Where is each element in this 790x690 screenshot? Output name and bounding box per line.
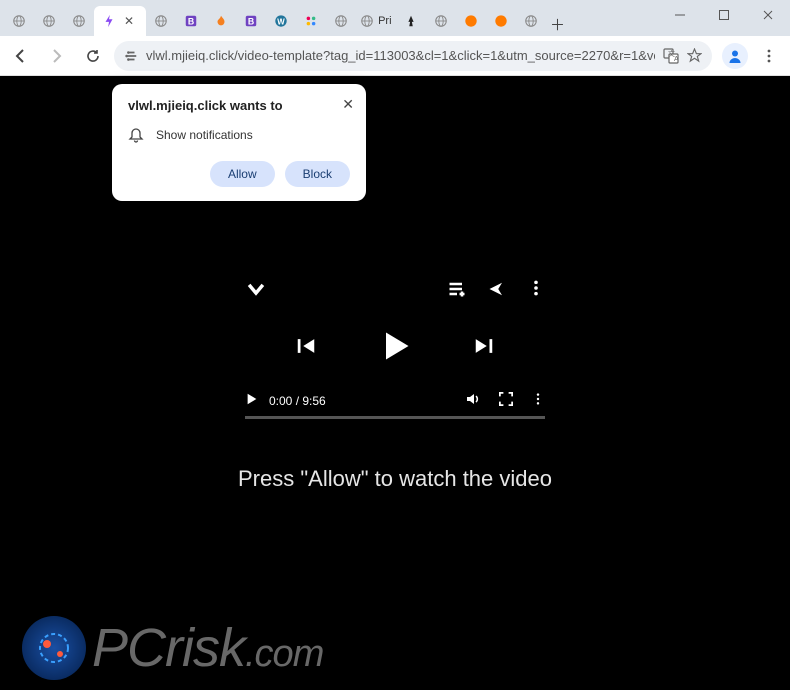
kebab-icon — [761, 48, 777, 64]
tab-6[interactable] — [206, 6, 236, 36]
cta-text: Press "Allow" to watch the video — [0, 466, 790, 492]
toolbar-actions — [718, 41, 784, 71]
svg-text:B: B — [248, 17, 254, 27]
tab-4[interactable] — [146, 6, 176, 36]
svg-text:A: A — [674, 56, 679, 63]
logo-icon — [30, 624, 78, 672]
close-icon — [762, 9, 774, 21]
window-controls — [658, 0, 790, 30]
previous-track-icon[interactable] — [295, 335, 317, 362]
globe-icon — [72, 14, 86, 28]
tab-label: Pri — [378, 15, 391, 27]
tab-15[interactable] — [486, 6, 516, 36]
dots-icon — [304, 14, 318, 28]
watermark: PCrisk.com — [22, 616, 323, 680]
allow-button[interactable]: Allow — [210, 161, 275, 187]
globe-icon — [154, 14, 168, 28]
arrow-right-icon — [48, 47, 66, 65]
tab-0[interactable] — [4, 6, 34, 36]
reload-icon — [85, 48, 101, 64]
globe-icon — [12, 14, 26, 28]
share-icon[interactable] — [487, 279, 507, 304]
progress-bar[interactable] — [245, 416, 545, 419]
arrow-left-icon — [12, 47, 30, 65]
time-display: 0:00 / 9:56 — [269, 394, 326, 408]
back-button[interactable] — [6, 41, 36, 71]
globe-icon — [360, 14, 374, 28]
block-button[interactable]: Block — [285, 161, 350, 187]
new-tab-button[interactable]: ＋ — [546, 12, 570, 36]
firefox-icon — [494, 14, 508, 28]
window-maximize-button[interactable] — [702, 0, 746, 30]
volume-icon[interactable] — [465, 391, 481, 410]
url-text: vlwl.mjieiq.click/video-template?tag_id=… — [146, 48, 655, 63]
video-player: 0:00 / 9:56 — [245, 276, 545, 419]
person-icon — [404, 14, 418, 28]
tab-3-active[interactable]: ✕ — [94, 6, 146, 36]
letter-b-icon: B — [244, 14, 258, 28]
globe-icon — [334, 14, 348, 28]
bookmark-icon[interactable] — [687, 48, 702, 63]
window-minimize-button[interactable] — [658, 0, 702, 30]
tab-14[interactable] — [456, 6, 486, 36]
next-track-icon[interactable] — [473, 335, 495, 362]
person-icon — [727, 48, 743, 64]
translate-icon[interactable]: 文A — [663, 48, 679, 64]
tab-10[interactable] — [326, 6, 356, 36]
svg-text:B: B — [188, 17, 194, 27]
browser-titlebar: ✕ B B W Pri ＋ — [0, 0, 790, 36]
letter-b-icon: B — [184, 14, 198, 28]
svg-text:W: W — [277, 18, 285, 27]
fullscreen-icon[interactable] — [499, 392, 513, 409]
lightning-icon — [102, 14, 116, 28]
notification-permission-dialog: vlwl.mjieiq.click wants to ✕ Show notifi… — [112, 84, 366, 201]
permission-title: vlwl.mjieiq.click wants to — [128, 98, 350, 113]
permission-request-text: Show notifications — [156, 128, 253, 142]
page-content: 0:00 / 9:56 Press "Allow" to watch the v… — [0, 76, 790, 690]
profile-button[interactable] — [722, 43, 748, 69]
play-small-icon[interactable] — [245, 392, 259, 409]
tab-11[interactable]: Pri — [356, 6, 395, 36]
tab-16[interactable] — [516, 6, 546, 36]
play-button[interactable] — [377, 328, 413, 369]
globe-icon — [434, 14, 448, 28]
address-bar[interactable]: vlwl.mjieiq.click/video-template?tag_id=… — [114, 41, 712, 71]
tab-9[interactable] — [296, 6, 326, 36]
site-settings-icon[interactable] — [124, 49, 138, 63]
reload-button[interactable] — [78, 41, 108, 71]
minimize-icon — [674, 9, 686, 21]
more-icon[interactable] — [527, 279, 545, 304]
watermark-text: PCrisk.com — [92, 617, 323, 679]
firefox-icon — [464, 14, 478, 28]
tab-8[interactable]: W — [266, 6, 296, 36]
chevron-down-icon[interactable] — [245, 278, 267, 305]
menu-button[interactable] — [754, 41, 784, 71]
permission-close-button[interactable]: ✕ — [342, 96, 354, 113]
tab-12[interactable] — [396, 6, 426, 36]
globe-icon — [524, 14, 538, 28]
tab-1[interactable] — [34, 6, 64, 36]
maximize-icon — [718, 9, 730, 21]
forward-button[interactable] — [42, 41, 72, 71]
tab-2[interactable] — [64, 6, 94, 36]
globe-icon — [42, 14, 56, 28]
browser-toolbar: vlwl.mjieiq.click/video-template?tag_id=… — [0, 36, 790, 76]
tab-13[interactable] — [426, 6, 456, 36]
bell-icon — [128, 127, 144, 143]
tab-5[interactable]: B — [176, 6, 206, 36]
window-close-button[interactable] — [746, 0, 790, 30]
watermark-logo — [22, 616, 86, 680]
wordpress-icon: W — [274, 14, 288, 28]
more-small-icon[interactable] — [531, 392, 545, 409]
tab-7[interactable]: B — [236, 6, 266, 36]
playlist-add-icon[interactable] — [447, 279, 467, 304]
fire-icon — [214, 14, 228, 28]
close-tab-icon[interactable]: ✕ — [120, 14, 138, 28]
